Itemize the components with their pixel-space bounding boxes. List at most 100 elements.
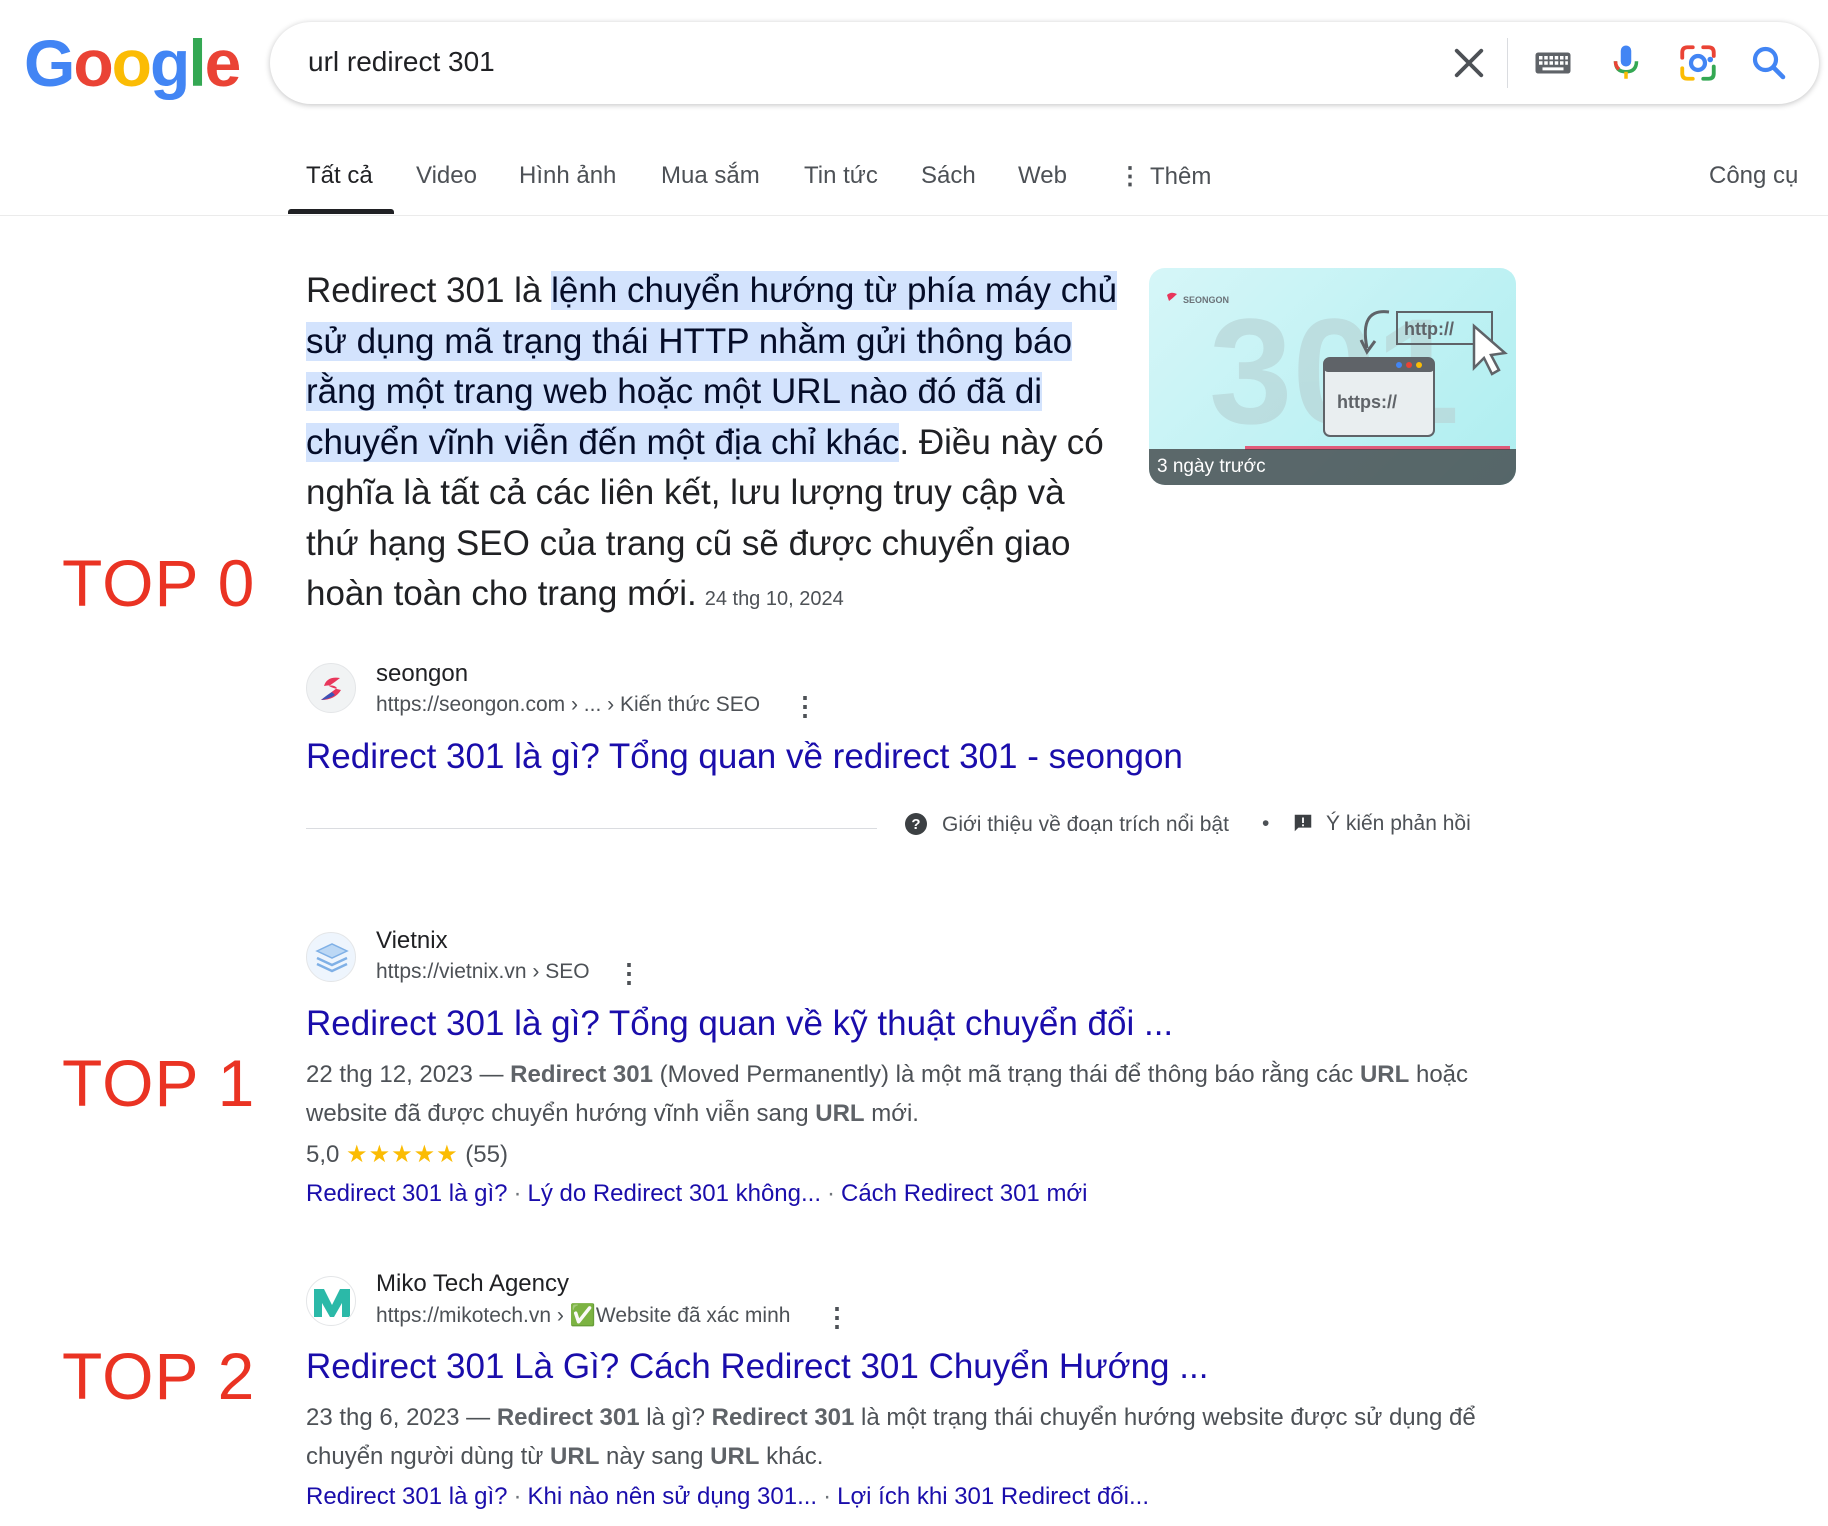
sitelink[interactable]: Cách Redirect 301 mới [841,1180,1088,1207]
snippet-thumbnail[interactable]: 301 https:// http:// SEONGON 3 ngày trướ… [1149,268,1516,485]
sitelink[interactable]: Redirect 301 là gì? [306,1180,507,1207]
search-icon[interactable] [1748,42,1790,84]
result2-site-url[interactable]: https://mikotech.vn › ✅Website đã xác mi… [376,1304,790,1328]
keyboard-icon[interactable] [1532,42,1574,84]
result1-site-url[interactable]: https://vietnix.vn › SEO [376,960,590,984]
result2-site-name[interactable]: Miko Tech Agency [376,1270,569,1298]
feedback-button[interactable]: Ý kiến phản hồi [1292,812,1471,836]
thumbnail-brand: SEONGON [1183,295,1229,305]
result1-keyword: URL [815,1100,865,1127]
thumbnail-caption: 3 ngày trước [1157,456,1266,477]
result1-more-options-icon[interactable]: ⋮ [616,960,642,986]
more-dots-icon: ⋮ [1118,163,1142,190]
snippet-lead: Redirect 301 là [306,271,552,310]
tab-shopping[interactable]: Mua sắm [661,162,760,190]
clear-icon[interactable] [1448,42,1490,84]
snippet-more-options-icon[interactable]: ⋮ [792,693,818,719]
svg-text:?: ? [911,816,920,833]
about-snippet-label: Giới thiệu về đoạn trích nổi bật [942,813,1229,836]
vietnix-logo-icon [315,943,349,973]
sitelink-separator: · [513,1180,522,1207]
result2-more-options-icon[interactable]: ⋮ [824,1304,850,1330]
result2-text: là gì? [639,1404,712,1431]
search-divider [1507,38,1508,88]
star-rating-icon: ★★★★★ [346,1141,459,1168]
logo-letter: e [204,26,242,100]
result2-text: này sang [599,1443,711,1470]
result1-keyword: URL [1359,1061,1410,1088]
result1-dash: — [472,1061,511,1088]
logo-letter: G [24,26,75,100]
result1-text: (Moved Permanently) là một mã trạng thái… [652,1061,1360,1088]
snippet-date: 24 thg 10, 2024 [704,588,844,610]
result2-sitelinks: Redirect 301 là gì? · Khi nào nên sử dụng … [306,1483,1149,1511]
sitelink[interactable]: Lợi ích khi 301 Redirect đối... [837,1483,1149,1510]
search-box[interactable]: url redirect 301 [270,22,1819,104]
tab-images[interactable]: Hình ảnh [519,162,616,190]
result2-keyword: URL [550,1443,600,1470]
tab-books[interactable]: Sách [921,162,976,190]
snippet-divider [306,828,877,829]
sitelink-separator: · [513,1483,522,1510]
result1-description: 22 thg 12, 2023 — Redirect 301 (Moved Pe… [306,1055,1486,1133]
result1-keyword: Redirect 301 [510,1061,653,1088]
result2-description: 23 thg 6, 2023 — Redirect 301 là gì? Red… [306,1398,1486,1476]
result2-title[interactable]: Redirect 301 Là Gì? Cách Redirect 301 Ch… [306,1347,1208,1387]
result1-title[interactable]: Redirect 301 là gì? Tổng quan về kỹ thuậ… [306,1004,1173,1044]
thumbnail-https: https:// [1337,392,1397,412]
tab-video[interactable]: Video [416,162,477,190]
verified-check-icon: ✅ [569,1304,596,1327]
result1-date: 22 thg 12, 2023 [306,1061,473,1088]
search-tabs: Tất cả Video Hình ảnh Mua sắm Tin tức Sá… [0,140,1828,216]
search-input[interactable]: url redirect 301 [308,46,495,78]
snippet-site-name[interactable]: seongon [376,660,468,688]
result2-keyword: Redirect 301 [711,1404,855,1431]
top0-label: TOP 0 [62,546,256,620]
rating-count: (55) [465,1141,508,1168]
sitelink-separator: · [823,1483,832,1510]
tab-news[interactable]: Tin tức [804,162,878,190]
result1-site-name[interactable]: Vietnix [376,927,448,955]
featured-snippet-text: Redirect 301 là lệnh chuyển hướng từ phí… [306,266,1126,625]
tab-tools[interactable]: Công cụ [1709,162,1798,190]
sitelink[interactable]: Lý do Redirect 301 không... [527,1180,821,1207]
mikotech-logo-icon [314,1289,350,1317]
google-logo[interactable]: Google [24,26,242,100]
vietnix-favicon[interactable] [306,932,356,982]
result2-date: 23 thg 6, 2023 [306,1404,460,1431]
tab-all[interactable]: Tất cả [306,162,373,190]
thumbnail-http: http:// [1404,319,1454,339]
result1-rating: 5,0 ★★★★★ (55) [306,1140,508,1169]
top1-label: TOP 1 [62,1046,256,1120]
help-icon: ? [905,813,927,835]
tab-web[interactable]: Web [1018,162,1067,190]
feedback-label: Ý kiến phản hồi [1326,812,1471,835]
mic-icon[interactable] [1605,42,1647,84]
logo-letter: l [188,26,206,100]
snippet-result-title[interactable]: Redirect 301 là gì? Tổng quan về redirec… [306,737,1183,777]
result2-dash: — [459,1404,497,1431]
tab-more[interactable]: ⋮ Thêm [1118,162,1211,191]
mikotech-favicon[interactable] [306,1276,356,1326]
seongon-logo-icon [321,677,341,700]
logo-letter: o [111,26,152,100]
result2-url: https://mikotech.vn › [376,1304,564,1327]
active-tab-indicator [288,209,394,214]
result2-keyword: Redirect 301 [496,1404,640,1431]
sitelink[interactable]: Redirect 301 là gì? [306,1483,507,1510]
lens-icon[interactable] [1677,42,1719,84]
result1-sitelinks: Redirect 301 là gì? · Lý do Redirect 301 k… [306,1180,1088,1208]
seongon-favicon[interactable] [306,663,356,713]
sitelink[interactable]: Khi nào nên sử dụng 301... [527,1483,817,1510]
feedback-icon [1294,814,1312,832]
logo-letter: g [150,26,190,100]
result1-text: mới. [864,1100,919,1127]
sitelink-separator: · [827,1180,835,1207]
snippet-site-url[interactable]: https://seongon.com › ... › Kiến thức SE… [376,693,760,717]
rating-value: 5,0 [306,1141,340,1168]
about-separator: • [1262,812,1270,835]
logo-letter: o [73,26,113,100]
result2-keyword: URL [710,1443,760,1470]
result2-text: khác. [759,1443,824,1470]
about-featured-snippet[interactable]: ? Giới thiệu về đoạn trích nổi bật [904,812,1229,837]
